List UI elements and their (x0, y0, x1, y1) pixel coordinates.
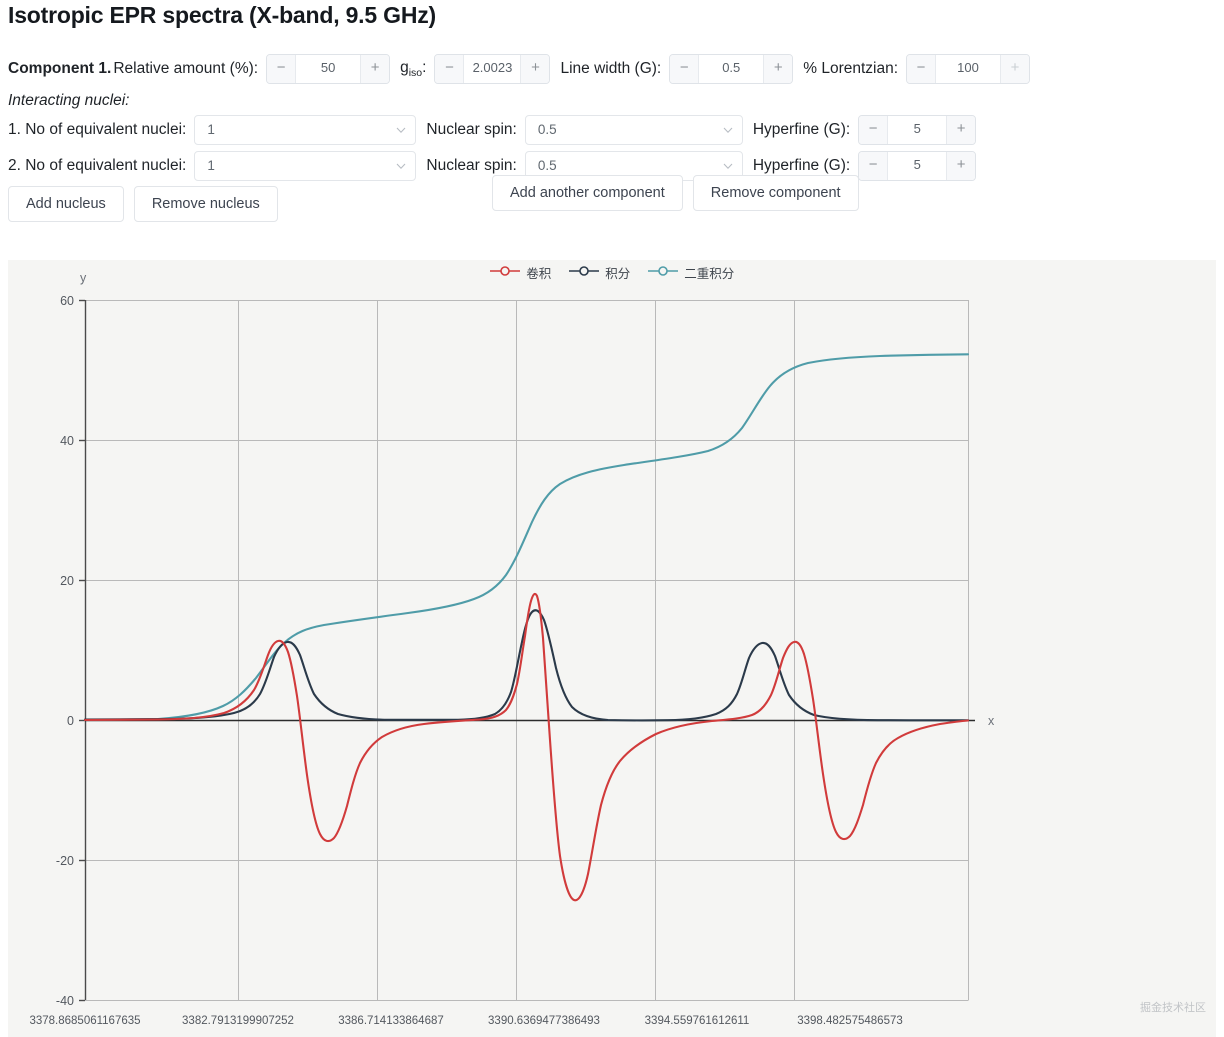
nucleus-1-hyperfine-increment-button[interactable]: + (946, 116, 976, 144)
component-name-label: Component 1. (8, 60, 112, 77)
nucleus-1-hyperfine-decrement-button[interactable]: − (859, 116, 889, 144)
x-axis-label: x (988, 714, 995, 728)
percent-lorentzian-label: % Lorentzian: (803, 60, 899, 77)
line-width-stepper[interactable]: − 0.5 + (669, 54, 794, 84)
nucleus-1-count-value: 1 (207, 122, 215, 137)
page-title: Isotropic EPR spectra (X-band, 9.5 GHz) (8, 2, 437, 28)
nucleus-2-spin-value: 0.5 (537, 158, 557, 173)
giso-label-text: g (400, 58, 409, 76)
plot-area: 60 40 20 0 -20 -40 y x (8, 260, 1216, 1037)
nucleus-1-hyperfine-value[interactable]: 5 (888, 116, 947, 144)
x-tick-label: 3382.7913199907252 (182, 1015, 294, 1027)
percent-lorentzian-increment-button[interactable]: + (1000, 55, 1030, 83)
relative-amount-value[interactable]: 50 (296, 55, 361, 83)
relative-amount-label: Relative amount (%): (113, 60, 259, 77)
nucleus-row-1: 1. No of equivalent nuclei: 1 Nuclear sp… (0, 112, 1224, 148)
app-root: Isotropic EPR spectra (X-band, 9.5 GHz) … (0, 0, 1224, 1037)
giso-decrement-button[interactable]: − (435, 55, 465, 83)
remove-component-button[interactable]: Remove component (692, 175, 859, 211)
giso-value[interactable]: 2.0023 (464, 55, 521, 83)
add-nucleus-button[interactable]: Add nucleus (8, 186, 124, 222)
nucleus-1-hyperfine-stepper[interactable]: − 5 + (858, 115, 977, 145)
giso-label: giso: (390, 59, 428, 79)
giso-label-colon: : (422, 58, 427, 76)
giso-increment-button[interactable]: + (520, 55, 550, 83)
remove-nucleus-button[interactable]: Remove nucleus (133, 186, 278, 222)
percent-lorentzian-decrement-button[interactable]: − (907, 55, 937, 83)
y-tick-label: 40 (60, 434, 74, 448)
chart-panel: 卷积 积分 二重积分 60 40 20 0 -20 -40 y x 掘金技术社区… (8, 260, 1216, 1037)
nucleus-1-count-label: 1. No of equivalent nuclei: (8, 121, 187, 138)
chevron-down-icon (396, 127, 406, 133)
giso-stepper[interactable]: − 2.0023 + (434, 54, 551, 84)
x-tick-label: 3378.8685061167635 (29, 1015, 141, 1027)
interacting-nuclei-label: Interacting nuclei: (8, 92, 130, 109)
plot-svg: 60 40 20 0 -20 -40 y x (56, 271, 995, 1008)
nucleus-2-hyperfine-value[interactable]: 5 (888, 152, 947, 180)
giso-label-sub: iso (408, 67, 423, 80)
relative-amount-decrement-button[interactable]: − (267, 55, 297, 83)
percent-lorentzian-stepper[interactable]: − 100 + (906, 54, 1031, 84)
y-tick-label: 60 (60, 294, 74, 308)
component-parameters-row: Component 1. Relative amount (%): − 50 +… (0, 48, 1224, 90)
y-tick-label: 20 (60, 574, 74, 588)
chevron-down-icon (396, 163, 406, 169)
nucleus-2-count-label: 2. No of equivalent nuclei: (8, 157, 187, 174)
nucleus-2-spin-label: Nuclear spin: (426, 157, 517, 174)
y-tick-labels: 60 40 20 0 -20 -40 (56, 294, 74, 1008)
nucleus-2-hyperfine-stepper[interactable]: − 5 + (858, 151, 977, 181)
x-tick-label: 3394.559761612611 (644, 1015, 750, 1027)
grid-vertical (238, 300, 969, 1000)
nucleus-2-count-select[interactable]: 1 (194, 151, 417, 181)
nucleus-1-hyperfine-label: Hyperfine (G): (752, 121, 851, 138)
watermark: 掘金技术社区 (1140, 1001, 1206, 1014)
nucleus-1-spin-select[interactable]: 0.5 (524, 115, 743, 145)
chevron-down-icon (723, 127, 733, 133)
series-convolution (83, 592, 970, 902)
nucleus-2-count-value: 1 (207, 158, 215, 173)
nucleus-2-hyperfine-increment-button[interactable]: + (946, 152, 976, 180)
nucleus-1-spin-value: 0.5 (537, 122, 557, 137)
line-width-increment-button[interactable]: + (763, 55, 793, 83)
nucleus-1-spin-label: Nuclear spin: (426, 121, 517, 138)
nucleus-1-count-select[interactable]: 1 (194, 115, 417, 145)
x-tick-labels: 3378.8685061167635 3382.7913199907252 33… (8, 1015, 1216, 1035)
y-tick-label: -20 (56, 854, 74, 868)
x-tick-label: 3390.6369477386493 (488, 1015, 600, 1027)
y-tick-label: 0 (67, 714, 74, 728)
x-tick-label: 3386.714133864687 (338, 1015, 444, 1027)
series-double-integral (83, 353, 970, 722)
grid-horizontal (85, 300, 969, 1001)
line-width-label: Line width (G): (560, 60, 662, 77)
line-width-decrement-button[interactable]: − (670, 55, 700, 83)
x-tick-label: 3398.482575486573 (797, 1015, 903, 1027)
percent-lorentzian-value[interactable]: 100 (936, 55, 1001, 83)
component-buttons-row: Add another component Remove component (492, 175, 869, 211)
nucleus-2-hyperfine-label: Hyperfine (G): (752, 157, 851, 174)
relative-amount-stepper[interactable]: − 50 + (266, 54, 391, 84)
line-width-value[interactable]: 0.5 (699, 55, 764, 83)
y-axis (79, 299, 87, 1002)
chevron-down-icon (723, 163, 733, 169)
add-another-component-button[interactable]: Add another component (492, 175, 683, 211)
y-axis-label: y (80, 271, 87, 285)
relative-amount-increment-button[interactable]: + (360, 55, 390, 83)
y-tick-label: -40 (56, 994, 74, 1008)
